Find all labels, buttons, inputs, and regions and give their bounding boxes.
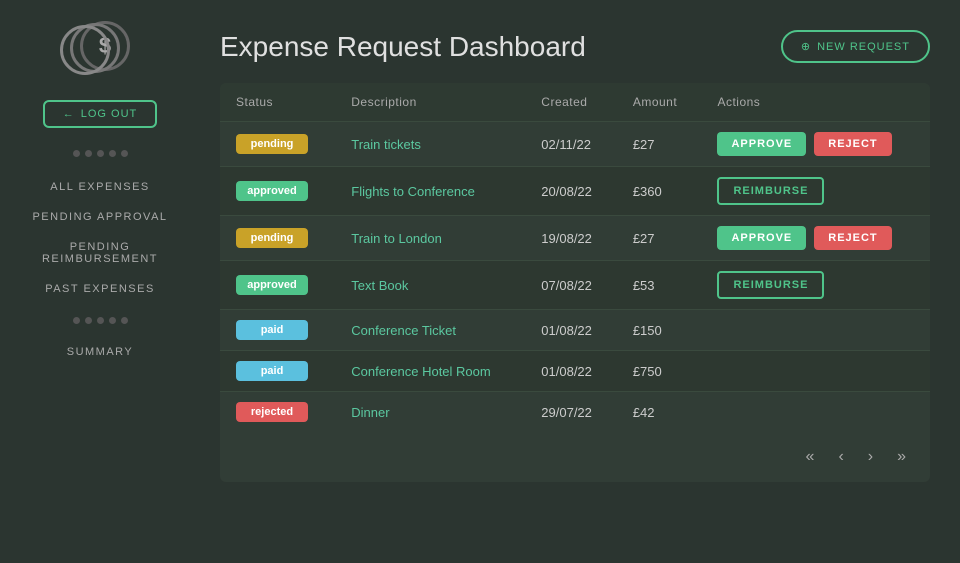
actions-cell [701, 392, 930, 433]
created-cell: 19/08/22 [525, 216, 617, 261]
amount-cell: £42 [617, 392, 702, 433]
actions-cell: REIMBURSE [701, 261, 930, 310]
pagination-last[interactable]: » [889, 444, 914, 470]
sidebar-item-all-expenses[interactable]: ALL EXPENSES [0, 173, 200, 201]
status-cell: pending [220, 122, 335, 167]
logo: $ [60, 20, 140, 80]
approve-button[interactable]: APPROVE [717, 226, 806, 250]
main-content: Expense Request Dashboard ⊕ NEW REQUEST … [200, 0, 960, 563]
description-cell: Conference Ticket [335, 310, 525, 351]
logout-label: LOG OUT [81, 108, 138, 120]
table-row: pending Train tickets 02/11/22£27 APPROVE RE… [220, 122, 930, 167]
coin-icon-3 [60, 25, 110, 75]
created-cell: 07/08/22 [525, 261, 617, 310]
col-amount: Amount [617, 83, 702, 122]
reimburse-button[interactable]: REIMBURSE [717, 271, 824, 299]
status-cell: pending [220, 216, 335, 261]
table-row: paid Conference Ticket 01/08/22£150 [220, 310, 930, 351]
description-link[interactable]: Train to London [351, 231, 442, 246]
table-row: approved Text Book 07/08/22£53 REIMBURSE [220, 261, 930, 310]
pagination-first[interactable]: « [798, 444, 823, 470]
status-badge: rejected [236, 402, 308, 422]
actions-cell: APPROVE REJECT [701, 122, 930, 167]
table-row: approved Flights to Conference 20/08/22£36… [220, 167, 930, 216]
description-link[interactable]: Text Book [351, 278, 408, 293]
amount-cell: £360 [617, 167, 702, 216]
dots-divider-bottom [73, 317, 128, 324]
reimburse-button[interactable]: REIMBURSE [717, 177, 824, 205]
new-request-button[interactable]: ⊕ NEW REQUEST [781, 30, 930, 63]
status-cell: rejected [220, 392, 335, 433]
amount-cell: £53 [617, 261, 702, 310]
actions-cell [701, 310, 930, 351]
status-badge: paid [236, 361, 308, 381]
status-cell: approved [220, 167, 335, 216]
dots-divider-top [73, 150, 128, 157]
amount-cell: £27 [617, 122, 702, 167]
logout-button[interactable]: ← LOG OUT [43, 100, 158, 128]
status-badge: paid [236, 320, 308, 340]
page-title: Expense Request Dashboard [220, 31, 586, 63]
description-cell: Conference Hotel Room [335, 351, 525, 392]
expense-table: Status Description Created Amount Action… [220, 83, 930, 432]
col-description: Description [335, 83, 525, 122]
logout-arrow-icon: ← [63, 108, 75, 120]
sidebar-item-summary[interactable]: SUMMARY [51, 338, 150, 366]
description-cell: Flights to Conference [335, 167, 525, 216]
reject-button[interactable]: REJECT [814, 226, 891, 250]
description-link[interactable]: Flights to Conference [351, 184, 475, 199]
actions-cell: APPROVE REJECT [701, 216, 930, 261]
approve-button[interactable]: APPROVE [717, 132, 806, 156]
new-request-label: NEW REQUEST [817, 41, 910, 53]
status-cell: approved [220, 261, 335, 310]
created-cell: 01/08/22 [525, 310, 617, 351]
plus-icon: ⊕ [801, 40, 811, 53]
actions-cell [701, 351, 930, 392]
pagination: « ‹ › » [220, 432, 930, 482]
table-row: pendingTrain to London19/08/22£27APPROVE… [220, 216, 930, 261]
description-link[interactable]: Conference Ticket [351, 323, 456, 338]
status-cell: paid [220, 310, 335, 351]
description-link[interactable]: Conference Hotel Room [351, 364, 490, 379]
description-cell: Dinner [335, 392, 525, 433]
description-cell: Train tickets [335, 122, 525, 167]
amount-cell: £150 [617, 310, 702, 351]
reject-button[interactable]: REJECT [814, 132, 891, 156]
status-cell: paid [220, 351, 335, 392]
sidebar-item-pending-reimbursement[interactable]: PENDING REIMBURSEMENT [0, 233, 200, 273]
nav-menu: ALL EXPENSES PENDING APPROVAL PENDING RE… [0, 173, 200, 303]
expense-table-container: Status Description Created Amount Action… [220, 83, 930, 482]
col-created: Created [525, 83, 617, 122]
description-link[interactable]: Dinner [351, 405, 389, 420]
created-cell: 01/08/22 [525, 351, 617, 392]
header: Expense Request Dashboard ⊕ NEW REQUEST [220, 30, 930, 63]
description-cell: Train to London [335, 216, 525, 261]
pagination-next[interactable]: › [860, 444, 881, 470]
created-cell: 02/11/22 [525, 122, 617, 167]
created-cell: 29/07/22 [525, 392, 617, 433]
sidebar-item-pending-approval[interactable]: PENDING APPROVAL [0, 203, 200, 231]
actions-cell: REIMBURSE [701, 167, 930, 216]
created-cell: 20/08/22 [525, 167, 617, 216]
table-header-row: Status Description Created Amount Action… [220, 83, 930, 122]
table-row: paid Conference Hotel Room 01/08/22£750 [220, 351, 930, 392]
table-row: rejected Dinner 29/07/22£42 [220, 392, 930, 433]
status-badge: approved [236, 275, 308, 295]
col-status: Status [220, 83, 335, 122]
description-link[interactable]: Train tickets [351, 137, 421, 152]
amount-cell: £27 [617, 216, 702, 261]
sidebar: $ ← LOG OUT ALL EXPENSES PENDING APPROVA… [0, 0, 200, 563]
sidebar-item-past-expenses[interactable]: PAST EXPENSES [0, 275, 200, 303]
amount-cell: £750 [617, 351, 702, 392]
status-badge: approved [236, 181, 308, 201]
col-actions: Actions [701, 83, 930, 122]
pagination-prev[interactable]: ‹ [830, 444, 851, 470]
status-badge: pending [236, 228, 308, 248]
status-badge: pending [236, 134, 308, 154]
description-cell: Text Book [335, 261, 525, 310]
